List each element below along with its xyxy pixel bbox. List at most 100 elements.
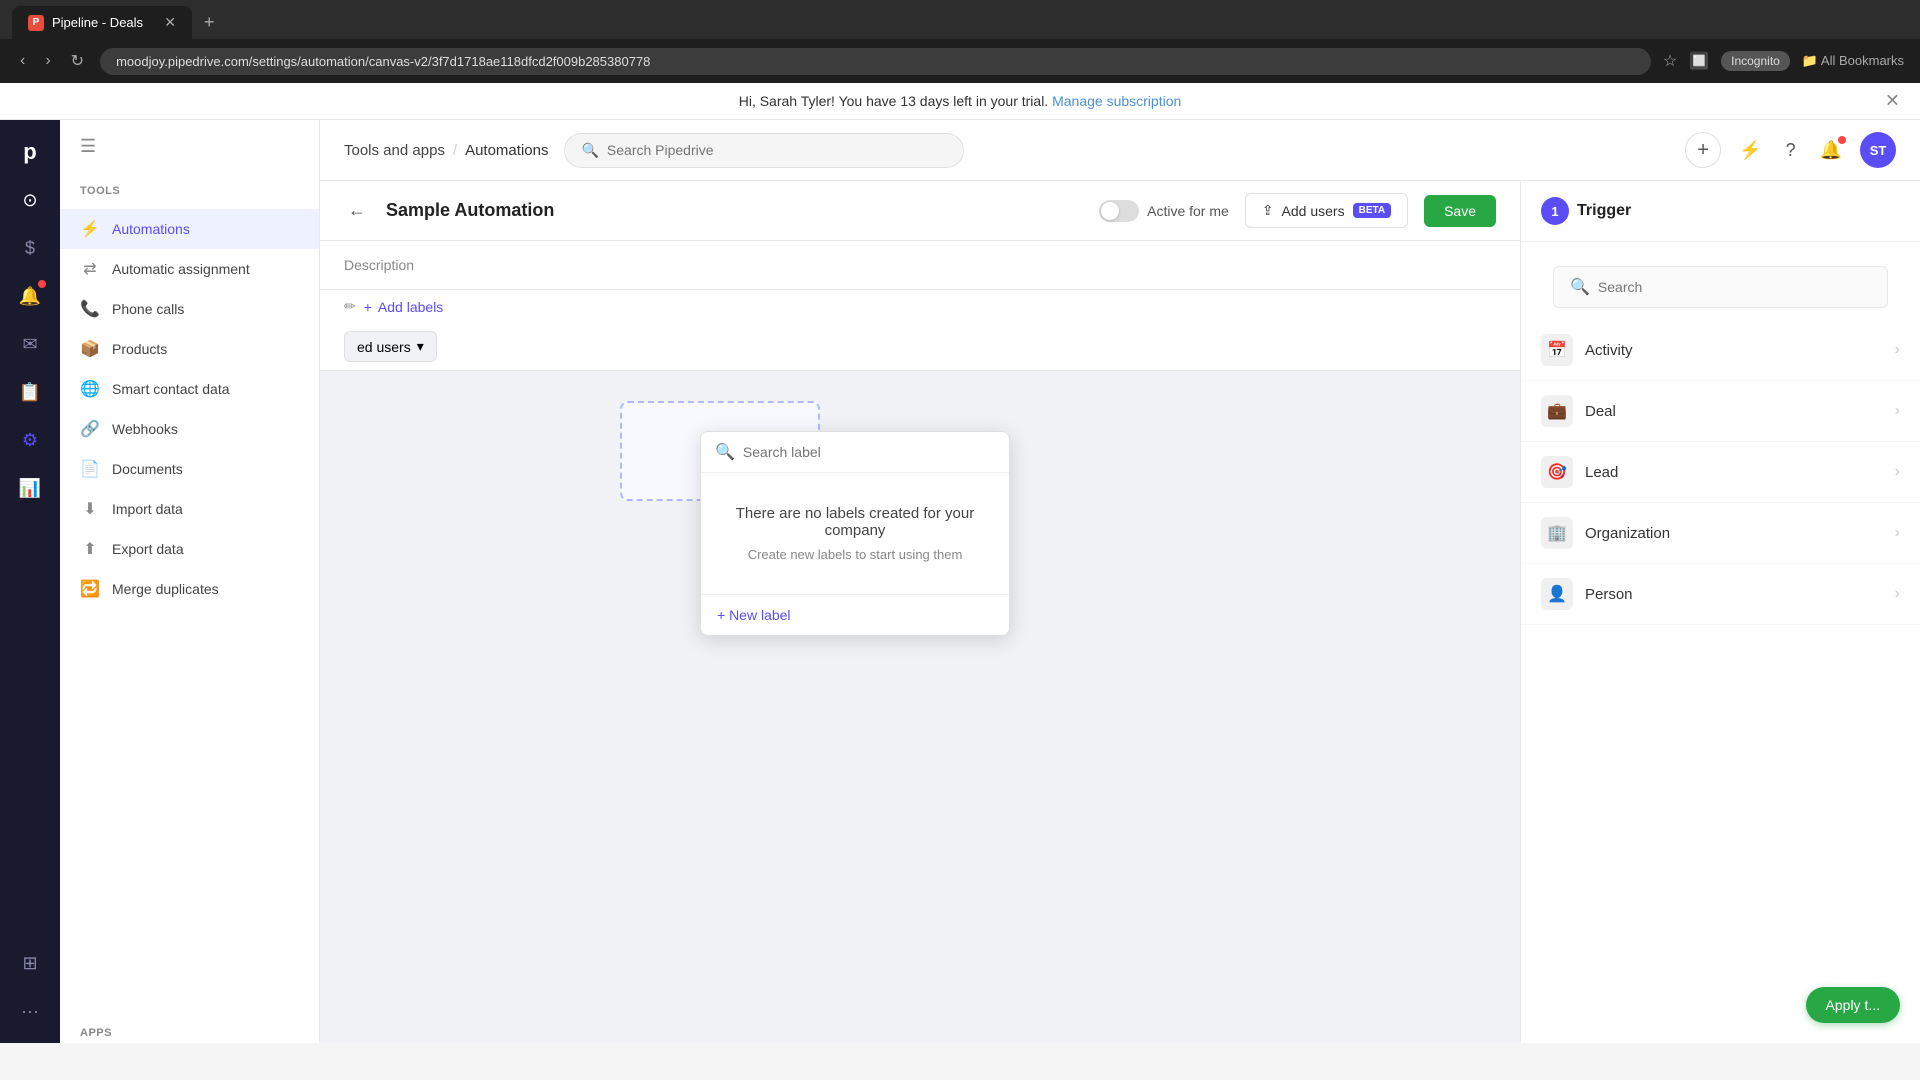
right-search-input[interactable] [1598, 279, 1871, 295]
right-search-bar[interactable]: 🔍 [1553, 266, 1888, 308]
organization-label: Organization [1585, 525, 1670, 542]
add-button[interactable]: + [1685, 132, 1721, 168]
save-button[interactable]: Save [1424, 195, 1496, 227]
breadcrumb-separator: / [453, 142, 457, 159]
add-labels-button[interactable]: + Add labels [364, 299, 444, 315]
canvas-header: ← Sample Automation Active for me ⇪ Add … [320, 181, 1520, 241]
browser-tab[interactable]: P Pipeline - Deals ✕ [12, 6, 192, 39]
organization-panel-icon: 🏢 [1541, 517, 1573, 549]
users-dropdown-button[interactable]: ed users ▾ [344, 331, 437, 362]
automation-title: Sample Automation [386, 200, 1083, 221]
apply-button[interactable]: Apply t... [1806, 987, 1900, 1023]
global-search-bar[interactable]: 🔍 [564, 133, 964, 168]
new-tab-button[interactable]: + [196, 8, 223, 37]
label-empty-title: There are no labels created for your com… [725, 505, 985, 539]
app: Hi, Sarah Tyler! You have 13 days left i… [0, 83, 1920, 1043]
panel-item-person[interactable]: 👤 Person › [1521, 564, 1920, 625]
notification-close-button[interactable]: ✕ [1885, 91, 1900, 112]
bookmarks-label[interactable]: 📁 All Bookmarks [1802, 53, 1904, 69]
tab-close-button[interactable]: ✕ [164, 14, 176, 31]
activity-nav-icon[interactable]: 📋 [10, 372, 50, 412]
more-nav-icon[interactable]: ··· [10, 991, 50, 1031]
sidebar-item-label: Automations [112, 221, 190, 237]
help-icon-button[interactable]: ? [1780, 134, 1802, 167]
panel-item-left: 💼 Deal [1541, 395, 1616, 427]
notification-badge [1838, 136, 1846, 144]
panel-item-activity[interactable]: 📅 Activity › [1521, 320, 1920, 381]
export-icon: ⬆ [80, 539, 100, 559]
sidebar-header: ☰ [60, 120, 319, 173]
canvas-area: ← Sample Automation Active for me ⇪ Add … [320, 181, 1920, 1043]
sidebar-item-documents[interactable]: 📄 Documents [60, 449, 319, 489]
sidebar: ☰ TOOLS ⚡ Automations ⇄ Automatic assign… [60, 120, 320, 1043]
browser-chrome: P Pipeline - Deals ✕ + ‹ › ↻ ☆ 🔲 Incogni… [0, 0, 1920, 83]
sidebar-item-automatic-assignment[interactable]: ⇄ Automatic assignment [60, 249, 319, 289]
panel-item-lead[interactable]: 🎯 Lead › [1521, 442, 1920, 503]
label-search-row: 🔍 [701, 432, 1009, 473]
top-bar: Tools and apps / Automations 🔍 + ⚡ ? 🔔 [320, 120, 1920, 181]
address-bar[interactable] [100, 48, 1651, 75]
notifications-nav-icon[interactable]: 🔔 [10, 276, 50, 316]
notification-link[interactable]: Manage subscription [1052, 93, 1181, 109]
sidebar-item-smart-contact[interactable]: 🌐 Smart contact data [60, 369, 319, 409]
sidebar-item-label: Export data [112, 541, 184, 557]
layers-nav-icon[interactable]: ⊞ [10, 943, 50, 983]
panel-item-left: 👤 Person [1541, 578, 1633, 610]
canvas-panel: ← Sample Automation Active for me ⇪ Add … [320, 181, 1520, 1043]
nav-actions: ☆ 🔲 Incognito [1663, 51, 1790, 71]
reports-nav-icon[interactable]: 📊 [10, 468, 50, 508]
search-input[interactable] [607, 142, 948, 158]
panel-item-deal[interactable]: 💼 Deal › [1521, 381, 1920, 442]
label-empty-subtitle: Create new labels to start using them [725, 547, 985, 562]
bookmark-icon[interactable]: ☆ [1663, 51, 1677, 71]
new-label-button[interactable]: + New label [701, 594, 1009, 635]
description-label: Description [344, 257, 414, 273]
sidebar-section-apps: APPS [60, 1015, 319, 1043]
tab-bar: P Pipeline - Deals ✕ + [0, 0, 1920, 39]
home-nav-icon[interactable]: ⊙ [10, 180, 50, 220]
sidebar-item-automations[interactable]: ⚡ Automations [60, 209, 319, 249]
icon-rail: p ⊙ $ 🔔 ✉ 📋 ⚙ 📊 ⊞ ··· [0, 120, 60, 1043]
automations-icon: ⚡ [80, 219, 100, 239]
add-labels-text: Add labels [378, 299, 443, 315]
tools-nav-icon[interactable]: ⚙ [10, 420, 50, 460]
logo-icon[interactable]: p [10, 132, 50, 172]
extension-icon[interactable]: 🔲 [1689, 51, 1709, 71]
lead-label: Lead [1585, 464, 1618, 481]
toggle-group: Active for me [1099, 200, 1229, 222]
breadcrumb-parent[interactable]: Tools and apps [344, 142, 445, 159]
edit-icon: ✏ [344, 298, 356, 315]
smart-contact-icon: 🌐 [80, 379, 100, 399]
users-dropdown-chevron: ▾ [417, 338, 424, 355]
sidebar-item-phone-calls[interactable]: 📞 Phone calls [60, 289, 319, 329]
back-nav-button[interactable]: ‹ [16, 48, 29, 74]
search-icon: 🔍 [581, 142, 598, 159]
notification-icon-button[interactable]: 🔔 [1814, 134, 1848, 167]
forward-nav-button[interactable]: › [41, 48, 54, 74]
right-panel-items: 📅 Activity › 💼 Deal › [1521, 320, 1920, 983]
add-users-button[interactable]: ⇪ Add users BETA [1245, 193, 1408, 228]
deals-nav-icon[interactable]: $ [10, 228, 50, 268]
deal-chevron: › [1895, 402, 1900, 420]
sidebar-item-label: Merge duplicates [112, 581, 219, 597]
refresh-nav-button[interactable]: ↻ [67, 47, 88, 75]
back-button[interactable]: ← [344, 196, 370, 225]
nav-bar: ‹ › ↻ ☆ 🔲 Incognito 📁 All Bookmarks [0, 39, 1920, 83]
person-label: Person [1585, 586, 1633, 603]
panel-item-left: 🎯 Lead [1541, 456, 1618, 488]
active-toggle[interactable] [1099, 200, 1139, 222]
sidebar-nav: ⚡ Automations ⇄ Automatic assignment 📞 P… [60, 201, 319, 1015]
sidebar-item-products[interactable]: 📦 Products [60, 329, 319, 369]
sidebar-item-merge[interactable]: 🔁 Merge duplicates [60, 569, 319, 609]
activity-icon-button[interactable]: ⚡ [1733, 134, 1767, 167]
user-avatar[interactable]: ST [1860, 132, 1896, 168]
sidebar-item-webhooks[interactable]: 🔗 Webhooks [60, 409, 319, 449]
label-search-input[interactable] [743, 444, 995, 460]
sidebar-item-import[interactable]: ⬇ Import data [60, 489, 319, 529]
sidebar-section-tools: TOOLS [60, 173, 319, 201]
sidebar-collapse-button[interactable]: ☰ [80, 136, 96, 157]
users-row: ed users ▾ [320, 323, 1520, 371]
panel-item-organization[interactable]: 🏢 Organization › [1521, 503, 1920, 564]
sidebar-item-export[interactable]: ⬆ Export data [60, 529, 319, 569]
mail-nav-icon[interactable]: ✉ [10, 324, 50, 364]
